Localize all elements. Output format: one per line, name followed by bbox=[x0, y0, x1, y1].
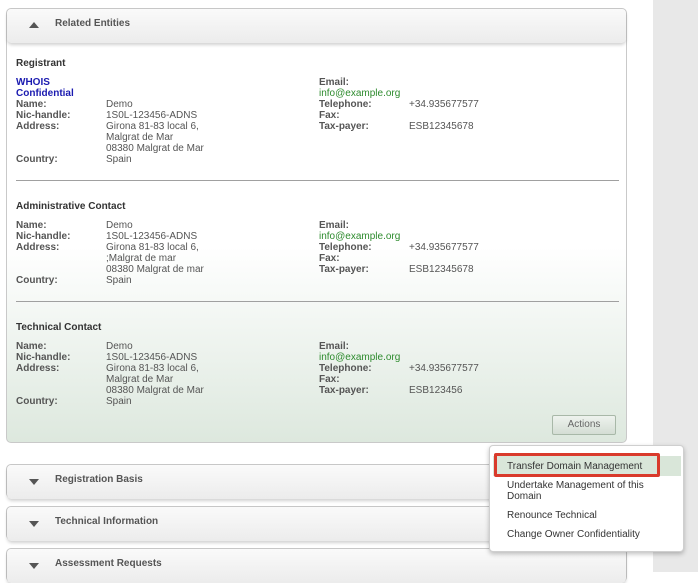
expand-triangle-icon[interactable] bbox=[29, 521, 39, 527]
technical-nic-value: 1S0L-123456-ADNS bbox=[106, 352, 198, 363]
technical-nic-label: Nic-handle: bbox=[16, 352, 71, 363]
registrant-email-label: Email: bbox=[319, 77, 350, 88]
admin-address-line1: Girona 81-83 local 6, bbox=[106, 242, 199, 253]
technical-contact-title: Technical Contact bbox=[16, 322, 102, 333]
collapse-triangle-icon[interactable] bbox=[29, 22, 39, 28]
admin-tax-label: Tax-payer: bbox=[319, 264, 369, 275]
technical-phone-value: +34.935677577 bbox=[409, 363, 479, 374]
registrant-name-value: Demo bbox=[106, 99, 133, 110]
actions-dropdown-menu: Transfer Domain Management Undertake Man… bbox=[489, 445, 684, 552]
technical-address-label: Address: bbox=[16, 363, 60, 374]
registrant-address-label: Address: bbox=[16, 121, 60, 132]
expand-triangle-icon[interactable] bbox=[29, 563, 39, 569]
assessment-requests-title: Assessment Requests bbox=[55, 558, 162, 569]
admin-phone-value: +34.935677577 bbox=[409, 242, 479, 253]
assessment-requests-panel: Assessment Requests bbox=[6, 548, 627, 583]
actions-button[interactable]: Actions bbox=[552, 415, 616, 435]
registrant-address-line1: Girona 81-83 local 6, bbox=[106, 121, 199, 132]
admin-phone-label: Telephone: bbox=[319, 242, 372, 253]
technical-tax-value: ESB123456 bbox=[409, 385, 463, 396]
section-divider bbox=[16, 301, 619, 302]
registrant-tax-value: ESB12345678 bbox=[409, 121, 474, 132]
technical-address-line1: Girona 81-83 local 6, bbox=[106, 363, 199, 374]
technical-email-label: Email: bbox=[319, 341, 350, 352]
registrant-phone-value: +34.935677577 bbox=[409, 99, 479, 110]
expand-triangle-icon[interactable] bbox=[29, 479, 39, 485]
menu-item-undertake-management[interactable]: Undertake Management of this Domain bbox=[507, 480, 657, 502]
admin-nic-value: 1S0L-123456-ADNS bbox=[106, 231, 198, 242]
technical-information-title: Technical Information bbox=[55, 516, 159, 527]
registrant-email-link[interactable]: info@example.org bbox=[319, 88, 400, 99]
whois-confidential-link-line1[interactable]: WHOIS bbox=[16, 77, 50, 88]
menu-item-change-owner-confidentiality[interactable]: Change Owner Confidentiality bbox=[507, 529, 677, 540]
whois-confidential-link-line2[interactable]: Confidential bbox=[16, 88, 74, 99]
admin-address-line3: 08380 Malgrat de mar bbox=[106, 264, 204, 275]
assessment-requests-header[interactable]: Assessment Requests bbox=[7, 549, 626, 583]
registrant-country-value: Spain bbox=[106, 154, 132, 165]
registrant-nic-value: 1S0L-123456-ADNS bbox=[106, 110, 198, 121]
related-entities-header[interactable]: Related Entities bbox=[7, 9, 626, 43]
technical-name-value: Demo bbox=[106, 341, 133, 352]
technical-country-label: Country: bbox=[16, 396, 58, 407]
menu-item-renounce-technical[interactable]: Renounce Technical bbox=[507, 510, 677, 521]
registrant-country-label: Country: bbox=[16, 154, 58, 165]
registration-basis-title: Registration Basis bbox=[55, 474, 143, 485]
admin-address-label: Address: bbox=[16, 242, 60, 253]
admin-country-label: Country: bbox=[16, 275, 58, 286]
admin-fax-label: Fax: bbox=[319, 253, 340, 264]
admin-nic-label: Nic-handle: bbox=[16, 231, 71, 242]
admin-contact-title: Administrative Contact bbox=[16, 201, 126, 212]
related-entities-title: Related Entities bbox=[55, 18, 131, 29]
admin-address-line2: ;Malgrat de mar bbox=[106, 253, 177, 264]
technical-phone-label: Telephone: bbox=[319, 363, 372, 374]
registrant-nic-label: Nic-handle: bbox=[16, 110, 71, 121]
registrant-title: Registrant bbox=[16, 58, 66, 69]
admin-name-label: Name: bbox=[16, 220, 47, 231]
admin-name-value: Demo bbox=[106, 220, 133, 231]
technical-fax-label: Fax: bbox=[319, 374, 340, 385]
admin-tax-value: ESB12345678 bbox=[409, 264, 474, 275]
section-divider bbox=[16, 180, 619, 181]
admin-email-label: Email: bbox=[319, 220, 350, 231]
technical-name-label: Name: bbox=[16, 341, 47, 352]
registrant-fax-label: Fax: bbox=[319, 110, 340, 121]
technical-country-value: Spain bbox=[106, 396, 132, 407]
admin-email-link[interactable]: info@example.org bbox=[319, 231, 400, 242]
admin-country-value: Spain bbox=[106, 275, 132, 286]
registrant-phone-label: Telephone: bbox=[319, 99, 372, 110]
related-entities-panel: Related Entities Registrant WHOIS Confid… bbox=[6, 8, 627, 443]
registrant-name-label: Name: bbox=[16, 99, 47, 110]
technical-email-link[interactable]: info@example.org bbox=[319, 352, 400, 363]
registrant-address-line3: 08380 Malgrat de Mar bbox=[106, 143, 204, 154]
technical-address-line2: Malgrat de Mar bbox=[106, 374, 174, 385]
menu-item-transfer-domain-management[interactable]: Transfer Domain Management bbox=[507, 461, 677, 472]
registrant-address-line2: Malgrat de Mar bbox=[106, 132, 174, 143]
registrant-tax-label: Tax-payer: bbox=[319, 121, 369, 132]
technical-address-line3: 08380 Malgrat de Mar bbox=[106, 385, 204, 396]
technical-tax-label: Tax-payer: bbox=[319, 385, 369, 396]
